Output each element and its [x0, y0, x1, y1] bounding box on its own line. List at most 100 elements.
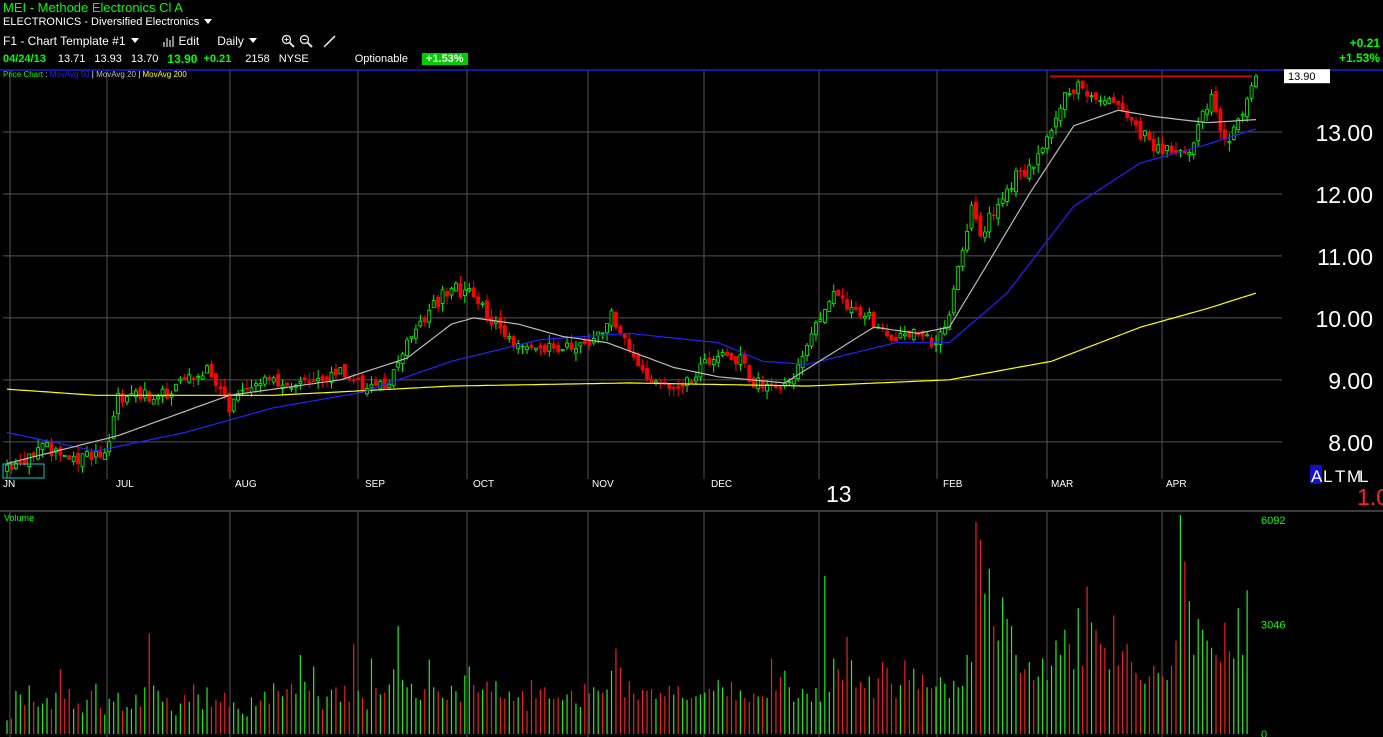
candle-body: [49, 440, 54, 457]
candle-body: [854, 306, 858, 310]
candle-body: [1014, 170, 1018, 193]
candle-body: [1031, 166, 1036, 169]
candle-body: [342, 363, 347, 378]
legend-ma20: MovAvg 20: [96, 70, 136, 79]
candle-body: [520, 345, 525, 348]
range-marker: [2, 463, 45, 479]
candle-body: [560, 349, 565, 351]
candle-body: [618, 326, 623, 334]
candle-body: [525, 346, 529, 351]
candle-body: [774, 385, 778, 388]
candle-body: [498, 317, 503, 329]
candle-body: [885, 330, 889, 337]
scale-button-2[interactable]: T: [1335, 467, 1345, 486]
scale-button-0[interactable]: A: [1311, 467, 1323, 486]
candle-body: [307, 381, 312, 383]
volume-tick-label: 6092: [1261, 515, 1285, 527]
candle-body: [822, 309, 827, 323]
candle-body: [1209, 93, 1214, 113]
candle-body: [93, 451, 98, 458]
candle-body: [1120, 102, 1125, 112]
candle-body: [102, 452, 107, 460]
y-tick-label: 13.00: [1315, 120, 1373, 146]
candle-body: [929, 337, 934, 347]
candle-body: [454, 282, 458, 292]
candle-body: [671, 387, 676, 389]
candle-body: [31, 452, 36, 457]
candle-body: [138, 387, 143, 400]
candle-body: [298, 381, 303, 384]
candle-body: [720, 351, 725, 356]
candle-body: [156, 396, 161, 400]
candle-body: [889, 334, 894, 341]
candle-body: [654, 380, 658, 384]
volume-label: Volume: [4, 513, 34, 523]
candle-body: [440, 289, 445, 304]
volume-tick-label: 0: [1261, 729, 1267, 737]
candle-body: [1111, 96, 1116, 103]
candle-body: [960, 249, 965, 268]
candle-body: [729, 352, 734, 361]
legend-separator: :: [43, 70, 50, 79]
candle-body: [867, 312, 872, 317]
candle-body: [600, 332, 605, 335]
candle-body: [196, 376, 201, 379]
candle-body: [5, 464, 9, 472]
candle-body: [36, 447, 41, 460]
candle-body: [134, 390, 138, 398]
candle-body: [1227, 140, 1232, 144]
candle-body: [800, 355, 805, 368]
candle-body: [987, 212, 992, 233]
candle-body: [231, 398, 236, 412]
candle-body: [840, 295, 845, 299]
x-tick-label: APR: [1166, 479, 1187, 490]
x-tick-label: AUG: [235, 479, 257, 490]
candle-body: [1254, 75, 1258, 87]
candle-body: [98, 451, 103, 458]
candle-body: [1240, 113, 1245, 117]
candle-body: [1076, 81, 1081, 95]
candle-body: [507, 336, 512, 339]
candle-body: [978, 215, 983, 237]
candle-body: [925, 334, 929, 337]
scale-value: 1.0: [1357, 484, 1383, 510]
candle-body: [814, 321, 818, 335]
candle-body: [67, 455, 72, 460]
candle-body: [422, 318, 427, 323]
candle-body: [1080, 80, 1085, 89]
candle-body: [542, 344, 547, 353]
candle-body: [285, 382, 289, 386]
candle-body: [725, 352, 729, 356]
candle-body: [85, 451, 89, 457]
candle-body: [951, 288, 956, 314]
candle-body: [1160, 143, 1165, 154]
candle-body: [271, 377, 276, 383]
candle-body: [1165, 145, 1170, 152]
candle-body: [214, 373, 218, 386]
candle-body: [605, 323, 609, 334]
candle-body: [369, 383, 374, 389]
candle-body: [1085, 90, 1089, 97]
candle-body: [1151, 138, 1156, 151]
x-tick-label: JN: [3, 479, 15, 490]
candle-body: [187, 374, 192, 383]
candle-body: [142, 389, 147, 399]
candle-body: [894, 337, 898, 342]
x-tick-label: JUL: [116, 479, 134, 490]
candle-body: [289, 387, 294, 390]
candle-body: [1027, 164, 1032, 179]
candle-body: [1116, 101, 1121, 105]
candle-body: [871, 311, 876, 328]
candle-body: [707, 357, 712, 365]
candle-body: [645, 368, 649, 381]
chart-canvas[interactable]: 8.00 9.00 10.00 11.00 12.00 13.00 JN JUL AUG SEP O…: [0, 0, 1383, 737]
candle-body: [965, 231, 969, 251]
candle-body: [174, 383, 178, 392]
candle-body: [1089, 95, 1094, 98]
candle-body: [636, 354, 641, 367]
candle-body: [640, 364, 645, 371]
candle-body: [1071, 89, 1076, 94]
candle-body: [1022, 169, 1027, 177]
candle-body: [462, 289, 467, 296]
scale-button-1[interactable]: L: [1323, 467, 1332, 486]
